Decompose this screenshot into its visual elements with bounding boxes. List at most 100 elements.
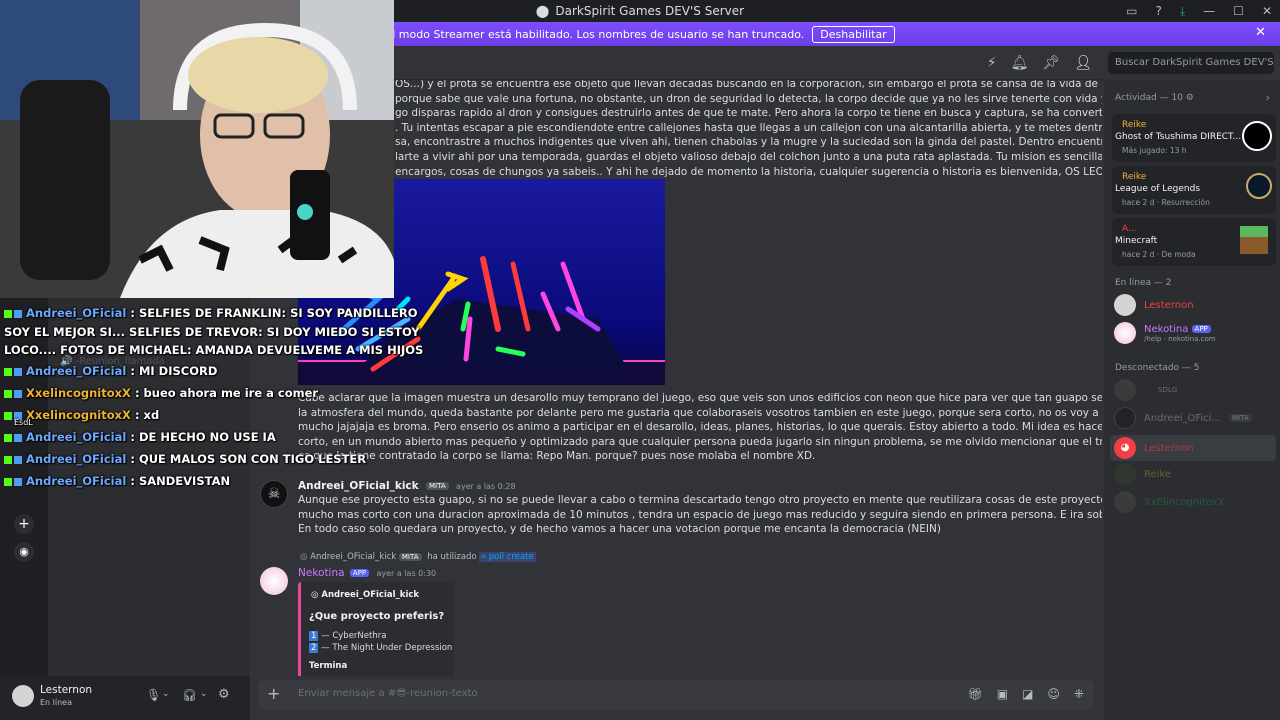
member-name-group: Nekotina APP /help · nekotina.com <box>1144 323 1216 343</box>
avatar <box>1114 491 1136 513</box>
message-text-block: Cabe aclarar que la imagen muestra un de… <box>298 391 1102 464</box>
threads-icon[interactable]: ⚡ <box>987 55 997 71</box>
message-line: porque sabe que vale una fortuna, no obs… <box>395 92 1102 105</box>
stream-chat-username: Andreei_OFicial <box>26 474 127 488</box>
message-author[interactable]: Nekotina <box>298 567 345 579</box>
activity-card[interactable]: Reike Ghost of Tsushima DIRECT... Más ju… <box>1112 114 1276 162</box>
minimize-button[interactable]: — <box>1203 4 1215 18</box>
pin-icon[interactable]: 📌︎ <box>1042 55 1060 71</box>
sticker-icon[interactable]: ◪ <box>1022 687 1033 701</box>
download-icon[interactable]: ⤓ <box>1180 4 1185 19</box>
discord-window: ⬤ DarkSpirit Games DEV'S Server ▭ ? ⤓ — … <box>0 0 1280 720</box>
chevron-down-icon[interactable]: ⌄ <box>162 689 170 699</box>
stream-chat-username: Andreei_OFicial <box>26 364 127 378</box>
input-actions: 🎁︎ ▣ ◪ ☺ ⁜ <box>968 687 1085 701</box>
user-status: En línea <box>40 698 73 707</box>
stream-chat-username: XxelincognitoxX <box>26 408 131 422</box>
message-line: la atmosfera del mundo, queda bastante p… <box>298 406 1102 419</box>
emoji-icon[interactable]: ☺ <box>1047 687 1060 701</box>
reply-text: ha utilizado <box>427 552 477 562</box>
message-line: OS...) y el prota se encuentra ese objet… <box>395 80 1102 90</box>
member-item[interactable]: SDLG <box>1114 379 1177 401</box>
close-banner-icon[interactable]: ✕ <box>1255 25 1266 40</box>
message-author[interactable]: Andreei_OFicial_kick <box>298 480 419 492</box>
maximize-button[interactable]: ☐ <box>1233 4 1244 18</box>
ghost-of-tsushima-icon <box>1242 121 1272 151</box>
sub-badge-icon <box>14 477 22 486</box>
notification-bell-icon[interactable]: 🔔︎ <box>1011 55 1029 71</box>
close-button[interactable]: ✕ <box>1262 4 1272 18</box>
stream-chat-line: SOY EL MEJOR SI... SELFIES DE TREVOR: SI… <box>4 325 420 339</box>
help-icon[interactable]: ? <box>1155 4 1161 18</box>
avatar <box>1114 407 1136 429</box>
stream-chat-username: Andreei_OFicial <box>26 452 127 466</box>
member-item[interactable]: XxElincognitoxX <box>1114 491 1225 513</box>
embed-author: ◎ Andreei_OFicial_kick <box>311 590 420 600</box>
reply-preview[interactable]: ◎ Andreei_OFicial_kick MITA ha utilizado… <box>300 552 536 562</box>
message-header: Andreei_OFicial_kick MITA ayer a las 0:2… <box>298 480 516 492</box>
member-item[interactable]: ◕ Lesternon <box>1110 435 1276 461</box>
gear-icon[interactable]: ⚙ <box>218 687 230 702</box>
member-sidebar: Actividad — 10 ⚙ › Reike Ghost of Tsushi… <box>1104 80 1280 720</box>
search-input[interactable]: Buscar DarkSpirit Games DEV'S ... <box>1108 52 1274 74</box>
stream-chat-text: : SANDEVISTAN <box>130 474 231 488</box>
member-item[interactable]: Andreei_OFici... MITA <box>1114 407 1252 429</box>
embed-author-icon: ◎ <box>311 590 319 600</box>
avatar[interactable] <box>260 567 288 595</box>
avatar[interactable]: ☠ <box>260 480 288 508</box>
poll-option: 2 — The Night Under Depression <box>309 643 453 653</box>
message-line: encargos, cosas de chungos ya sabeis.. Y… <box>395 165 1102 178</box>
offline-header: Desconectado — 5 <box>1115 363 1200 373</box>
inbox-icon[interactable]: ▭ <box>1126 4 1137 18</box>
avatar[interactable] <box>12 685 34 707</box>
member-list-icon[interactable]: 👤︎ <box>1074 55 1092 71</box>
member-item[interactable]: Lesternon <box>1114 294 1194 316</box>
member-name-row: Nekotina APP <box>1144 324 1216 335</box>
add-attachment-icon[interactable]: + <box>267 684 280 703</box>
stream-chat-text: : bueo ahora me ire a comer <box>134 386 319 400</box>
activity-card[interactable]: A... Minecraft hace 2 d · De moda <box>1112 218 1276 266</box>
message-line: Cabe aclarar que la imagen muestra un de… <box>298 392 1102 404</box>
stream-chat-line: Andreei_OFicial : SANDEVISTAN <box>4 474 230 488</box>
discord-icon: ◕ <box>1114 437 1136 459</box>
chevron-right-icon[interactable]: › <box>1266 91 1270 104</box>
kick-badge-icon <box>4 367 12 376</box>
message-line: mucho mas corto con una duracion aproxim… <box>298 508 1102 521</box>
member-item[interactable]: Reike <box>1114 463 1171 485</box>
gif-icon[interactable]: ▣ <box>997 687 1008 701</box>
message-text-block: OS...) y el prota se encuentra ese objet… <box>395 80 1102 179</box>
embed-title: ¿Que proyecto preferis? <box>309 611 445 622</box>
avatar <box>1114 322 1136 344</box>
message-input[interactable]: Enviar mensaje a #😎-reunion-texto <box>298 688 478 699</box>
stream-chat-username: XxelincognitoxX <box>26 386 131 400</box>
app-badge: APP <box>349 569 370 577</box>
activity-card[interactable]: Reike League of Legends hace 2 d · Resur… <box>1112 166 1276 214</box>
activity-header: Actividad — 10 ⚙ <box>1115 93 1194 103</box>
apps-icon[interactable]: ⁜ <box>1074 687 1084 701</box>
message-line: larte a vivir ahi por una temporada, gua… <box>395 150 1102 163</box>
command-link[interactable]: ⌗ poll create <box>479 552 536 562</box>
disable-streamer-button[interactable]: Deshabilitar <box>812 25 895 43</box>
sub-badge-icon <box>14 367 22 376</box>
server-icon: ⬤ <box>535 4 550 18</box>
headphones-icon[interactable]: 🎧︎ <box>182 688 197 702</box>
reply-author[interactable]: Andreei_OFicial_kick <box>310 552 396 562</box>
message-line: sa, encontrastre a muchos indigentes que… <box>395 136 1102 149</box>
stream-chat-line: LOCO.... FOTOS DE MICHAEL: AMANDA DEVUEL… <box>4 343 424 357</box>
poll-embed: ◎ Andreei_OFicial_kick ¿Que proyecto pre… <box>298 582 454 676</box>
discover-icon[interactable]: ◉ <box>14 542 34 562</box>
settings-icon[interactable]: ⚙ <box>1186 93 1194 103</box>
message-header: Nekotina APP ayer a las 0:30 <box>298 567 436 579</box>
chevron-down-icon[interactable]: ⌄ <box>200 689 208 699</box>
message-line: En todo caso solo quedara un proyecto, y… <box>298 523 941 536</box>
microphone-icon[interactable]: 🎙︎ <box>146 688 161 702</box>
webcam-overlay <box>0 0 394 298</box>
kick-badge-icon <box>4 433 12 442</box>
member-item[interactable]: Nekotina APP /help · nekotina.com <box>1114 322 1216 344</box>
sub-badge-icon <box>14 455 22 464</box>
message-text-block: Aunque ese proyecto esta guapo, si no se… <box>298 493 1102 537</box>
gift-icon[interactable]: 🎁︎ <box>968 687 983 701</box>
add-server-icon[interactable]: + <box>14 514 34 534</box>
window-title: DarkSpirit Games DEV'S Server <box>555 4 745 18</box>
stream-chat-line: Andreei_OFicial : MI DISCORD <box>4 364 217 378</box>
